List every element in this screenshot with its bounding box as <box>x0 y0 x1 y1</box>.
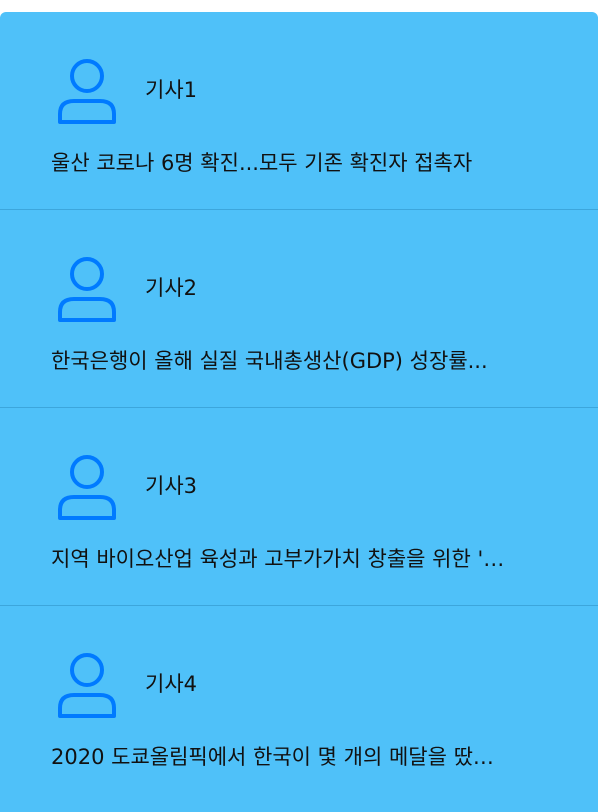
person-icon <box>56 650 118 720</box>
screen: 기사1 울산 코로나 6명 확진...모두 기존 확진자 접촉자 기사2 한국은… <box>0 0 600 812</box>
person-icon <box>56 254 118 324</box>
article-summary: 한국은행이 올해 실질 국내총생산(GDP) 성장률... <box>51 349 488 373</box>
article-summary: 울산 코로나 6명 확진...모두 기존 확진자 접촉자 <box>51 151 473 175</box>
person-icon <box>56 452 118 522</box>
article-title: 기사4 <box>145 672 198 696</box>
article-title: 기사3 <box>145 474 198 498</box>
article-title: 기사2 <box>145 276 198 300</box>
person-icon <box>56 56 118 126</box>
article-row[interactable]: 기사1 울산 코로나 6명 확진...모두 기존 확진자 접촉자 <box>0 12 598 210</box>
article-row[interactable]: 기사3 지역 바이오산업 육성과 고부가가치 창출을 위한 '… <box>0 408 598 606</box>
article-title: 기사1 <box>145 78 198 102</box>
article-row[interactable]: 기사2 한국은행이 올해 실질 국내총생산(GDP) 성장률... <box>0 210 598 408</box>
article-row[interactable]: 기사4 2020 도쿄올림픽에서 한국이 몇 개의 메달을 땄… <box>0 606 598 804</box>
article-summary: 2020 도쿄올림픽에서 한국이 몇 개의 메달을 땄… <box>51 745 494 769</box>
article-summary: 지역 바이오산업 육성과 고부가가치 창출을 위한 '… <box>51 547 505 571</box>
article-list: 기사1 울산 코로나 6명 확진...모두 기존 확진자 접촉자 기사2 한국은… <box>0 12 598 812</box>
